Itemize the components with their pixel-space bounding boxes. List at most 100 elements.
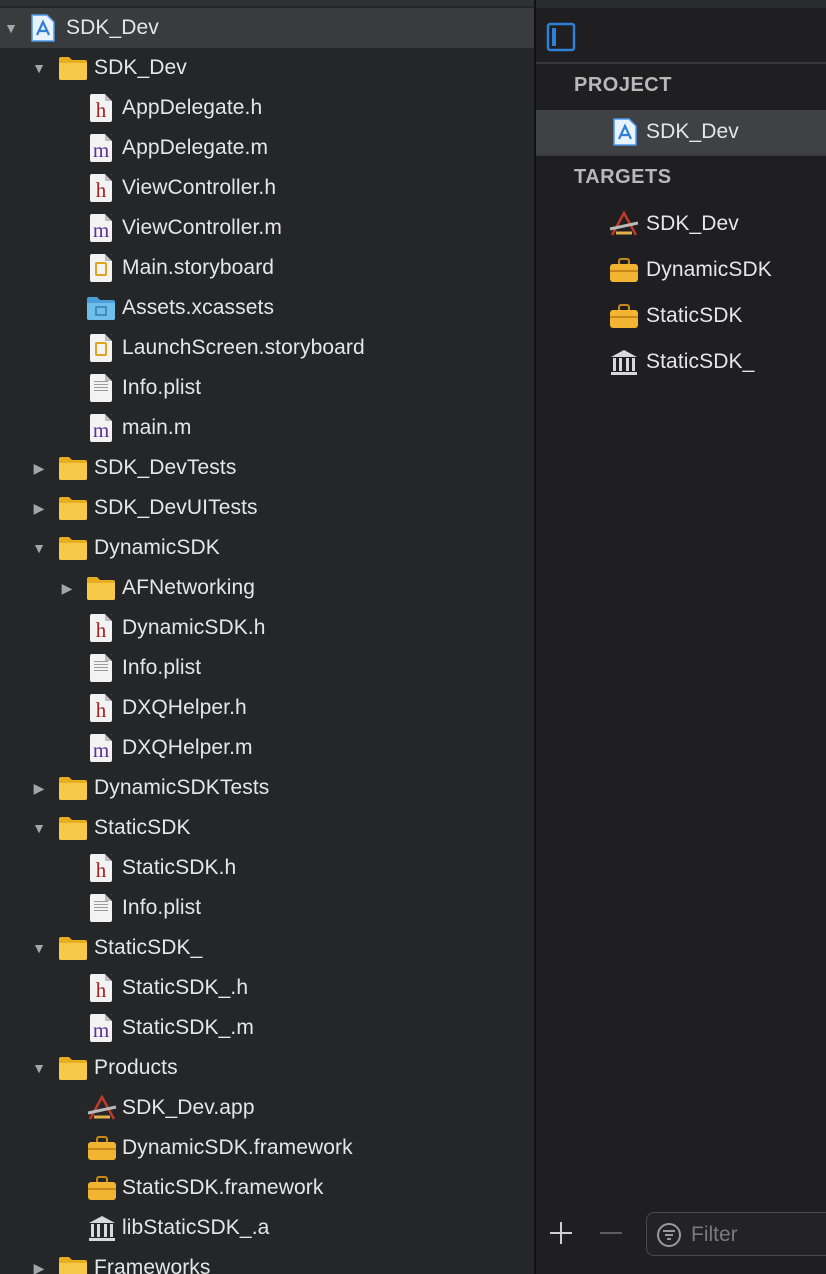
navigator-row[interactable]: m DXQHelper.m <box>0 728 534 768</box>
target-item-staticsdk[interactable]: StaticSDK <box>536 294 826 338</box>
target-label: StaticSDK_ <box>646 350 755 373</box>
navigator-row[interactable]: Info.plist <box>0 368 534 408</box>
framework-icon <box>86 1133 116 1163</box>
disclosure-open-icon[interactable]: ▼ <box>30 1059 48 1077</box>
objc-file-icon: m <box>90 414 112 442</box>
sidebar-toggle-icon[interactable] <box>546 22 576 52</box>
disclosure-closed-icon[interactable]: ▶ <box>30 1259 48 1274</box>
navigator-row-label: Info.plist <box>122 376 202 399</box>
navigator-row-label: StaticSDK.framework <box>122 1176 324 1199</box>
folder-icon <box>58 53 88 83</box>
navigator-row[interactable]: ▼ StaticSDK <box>0 808 534 848</box>
navigator-row[interactable]: Info.plist <box>0 648 534 688</box>
navigator-row-label: SDK_Dev <box>66 16 159 39</box>
navigator-row[interactable]: DynamicSDK.framework <box>0 1128 534 1168</box>
disclosure-open-icon[interactable]: ▼ <box>30 819 48 837</box>
navigator-row[interactable]: h StaticSDK.h <box>0 848 534 888</box>
navigator-row[interactable]: m AppDelegate.m <box>0 128 534 168</box>
navigator-row[interactable]: m StaticSDK_.m <box>0 1008 534 1048</box>
navigator-row-label: Info.plist <box>122 896 202 919</box>
navigator-row[interactable]: ▶ DynamicSDKTests <box>0 768 534 808</box>
target-item-sdk-dev[interactable]: SDK_Dev <box>536 202 826 246</box>
disclosure-open-icon[interactable]: ▼ <box>30 59 48 77</box>
navigator-row[interactable]: ▼ SDK_Dev <box>0 48 534 88</box>
disclosure-closed-icon[interactable]: ▶ <box>30 459 48 477</box>
navigator-row-label: AppDelegate.m <box>122 136 269 159</box>
navigator-row-label: DynamicSDK <box>94 536 220 559</box>
navigator-row[interactable]: ▼ SDK_Dev <box>0 8 534 48</box>
folder-icon <box>86 573 116 603</box>
navigator-row[interactable]: LaunchScreen.storyboard <box>0 328 534 368</box>
filter-icon <box>656 1222 682 1248</box>
target-item-dynamicsdk[interactable]: DynamicSDK <box>536 248 826 292</box>
navigator-row[interactable]: ▼ Products <box>0 1048 534 1088</box>
navigator-row-label: StaticSDK_.m <box>122 1016 254 1039</box>
folder-icon <box>58 1253 88 1274</box>
target-label: StaticSDK <box>646 304 743 327</box>
disclosure-closed-icon[interactable]: ▶ <box>30 499 48 517</box>
project-navigator: ▼ SDK_Dev ▼ SDK_Dev h AppDelegate.h m AppDelega… <box>0 0 534 1274</box>
navigator-row-label: DynamicSDKTests <box>94 776 270 799</box>
minus-icon[interactable] <box>598 1220 624 1246</box>
objc-file-icon: m <box>90 1014 112 1042</box>
navigator-row-label: SDK_Dev.app <box>122 1096 255 1119</box>
targets-section-header: TARGETS <box>574 166 672 188</box>
navigator-row-label: libStaticSDK_.a <box>122 1216 270 1239</box>
navigator-row[interactable]: SDK_Dev.app <box>0 1088 534 1128</box>
navigator-row-label: StaticSDK_ <box>94 936 203 959</box>
navigator-row[interactable]: Info.plist <box>0 888 534 928</box>
navigator-row-label: Frameworks <box>94 1256 211 1274</box>
navigator-row-label: DXQHelper.m <box>122 736 253 759</box>
target-label: SDK_Dev <box>646 212 739 235</box>
navigator-row[interactable]: StaticSDK.framework <box>0 1168 534 1208</box>
navigator-row[interactable]: ▶ Frameworks <box>0 1248 534 1274</box>
app-icon <box>86 1093 117 1123</box>
navigator-row[interactable]: h DynamicSDK.h <box>0 608 534 648</box>
navigator-row-label: StaticSDK <box>94 816 191 839</box>
navigator-row-label: Info.plist <box>122 656 202 679</box>
folder-icon <box>58 933 88 963</box>
folder-icon <box>58 1053 88 1083</box>
filter-field[interactable] <box>646 1212 826 1256</box>
xcodeproj-icon <box>612 117 642 147</box>
navigator-row[interactable]: h StaticSDK_.h <box>0 968 534 1008</box>
navigator-row[interactable]: m main.m <box>0 408 534 448</box>
section-separator <box>536 154 826 156</box>
navigator-row-label: SDK_DevTests <box>94 456 237 479</box>
header-file-icon: h <box>90 854 112 882</box>
toolbar-separator <box>536 62 826 64</box>
navigator-row[interactable]: ▼ StaticSDK_ <box>0 928 534 968</box>
navigator-row[interactable]: h DXQHelper.h <box>0 688 534 728</box>
editor-top-edge <box>536 0 826 8</box>
navigator-row[interactable]: ▶ AFNetworking <box>0 568 534 608</box>
target-label: DynamicSDK <box>646 258 772 281</box>
folder-icon <box>58 813 88 843</box>
disclosure-closed-icon[interactable]: ▶ <box>30 779 48 797</box>
navigator-row[interactable]: ▶ SDK_DevUITests <box>0 488 534 528</box>
navigator-row[interactable]: ▶ SDK_DevTests <box>0 448 534 488</box>
disclosure-closed-icon[interactable]: ▶ <box>58 579 76 597</box>
navigator-row[interactable]: h AppDelegate.h <box>0 88 534 128</box>
navigator-row[interactable]: Main.storyboard <box>0 248 534 288</box>
navigator-row-label: StaticSDK_.h <box>122 976 249 999</box>
navigator-row[interactable]: m ViewController.m <box>0 208 534 248</box>
header-file-icon: h <box>90 94 112 122</box>
navigator-row-label: main.m <box>122 416 192 439</box>
disclosure-open-icon[interactable]: ▼ <box>2 19 20 37</box>
navigator-row-label: LaunchScreen.storyboard <box>122 336 365 359</box>
library-icon <box>608 347 638 377</box>
target-item-staticsdk-underscore[interactable]: StaticSDK_ <box>536 340 826 384</box>
navigator-row[interactable]: ▼ DynamicSDK <box>0 528 534 568</box>
disclosure-open-icon[interactable]: ▼ <box>30 939 48 957</box>
navigator-row-label: StaticSDK.h <box>122 856 237 879</box>
navigator-row[interactable]: Assets.xcassets <box>0 288 534 328</box>
disclosure-open-icon[interactable]: ▼ <box>30 539 48 557</box>
filter-input[interactable] <box>689 1221 826 1249</box>
project-item-sdk-dev[interactable]: SDK_Dev <box>536 110 826 154</box>
navigator-row[interactable]: libStaticSDK_.a <box>0 1208 534 1248</box>
navigator-row[interactable]: h ViewController.h <box>0 168 534 208</box>
navigator-row-label: SDK_DevUITests <box>94 496 258 519</box>
objc-file-icon: m <box>90 214 112 242</box>
navigator-row-label: ViewController.m <box>122 216 282 239</box>
plus-icon[interactable] <box>548 1220 574 1246</box>
